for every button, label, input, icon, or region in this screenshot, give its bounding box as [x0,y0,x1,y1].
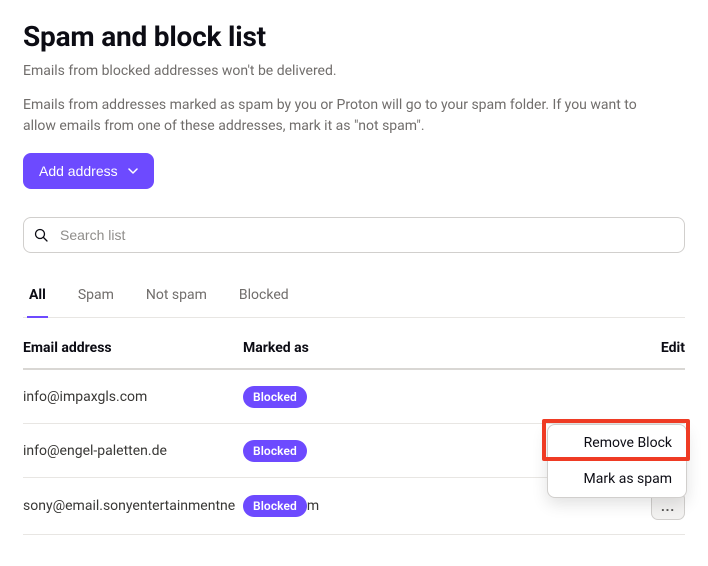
search-icon [34,228,48,242]
table-row: info@impaxgls.com Blocked [23,370,685,424]
cell-email: sony@email.sonyentertainmentne [23,498,243,514]
cell-email: info@impaxgls.com [23,389,243,405]
col-email: Email address [23,340,243,356]
page-description-2: Emails from addresses marked as spam by … [23,95,663,137]
status-badge: Blocked [243,495,307,517]
tab-blocked[interactable]: Blocked [237,277,291,317]
menu-item-remove-block[interactable]: Remove Block [548,425,686,461]
col-edit: Edit [615,340,685,356]
caret-down-icon [128,168,138,174]
status-badge: Blocked [243,386,307,408]
row-action-menu: Remove Block Mark as spam [547,424,687,498]
menu-item-mark-as-spam[interactable]: Mark as spam [548,461,686,497]
tab-all[interactable]: All [27,277,48,317]
col-marked: Marked as [243,340,615,356]
page-title: Spam and block list [23,20,685,53]
cell-marked: Blocked m [243,495,615,517]
filter-tabs: All Spam Not spam Blocked [23,277,685,318]
search-input[interactable] [23,217,685,253]
email-text: sony@email.sonyentertainmentne [23,498,235,514]
table-row: info@engel-paletten.de Blocked Remove Bl… [23,424,685,478]
tab-not-spam[interactable]: Not spam [144,277,209,317]
add-address-label: Add address [39,163,118,179]
status-badge: Blocked [243,440,307,462]
email-overflow-trail: m [307,498,319,514]
tab-spam[interactable]: Spam [76,277,116,317]
blocklist-table: Email address Marked as Edit info@impaxg… [23,340,685,535]
table-header: Email address Marked as Edit [23,340,685,370]
add-address-button[interactable]: Add address [23,153,154,189]
page-description-1: Emails from blocked addresses won't be d… [23,61,685,81]
cell-email: info@engel-paletten.de [23,443,243,459]
cell-marked: Blocked [243,386,615,408]
search-wrapper [23,217,685,253]
